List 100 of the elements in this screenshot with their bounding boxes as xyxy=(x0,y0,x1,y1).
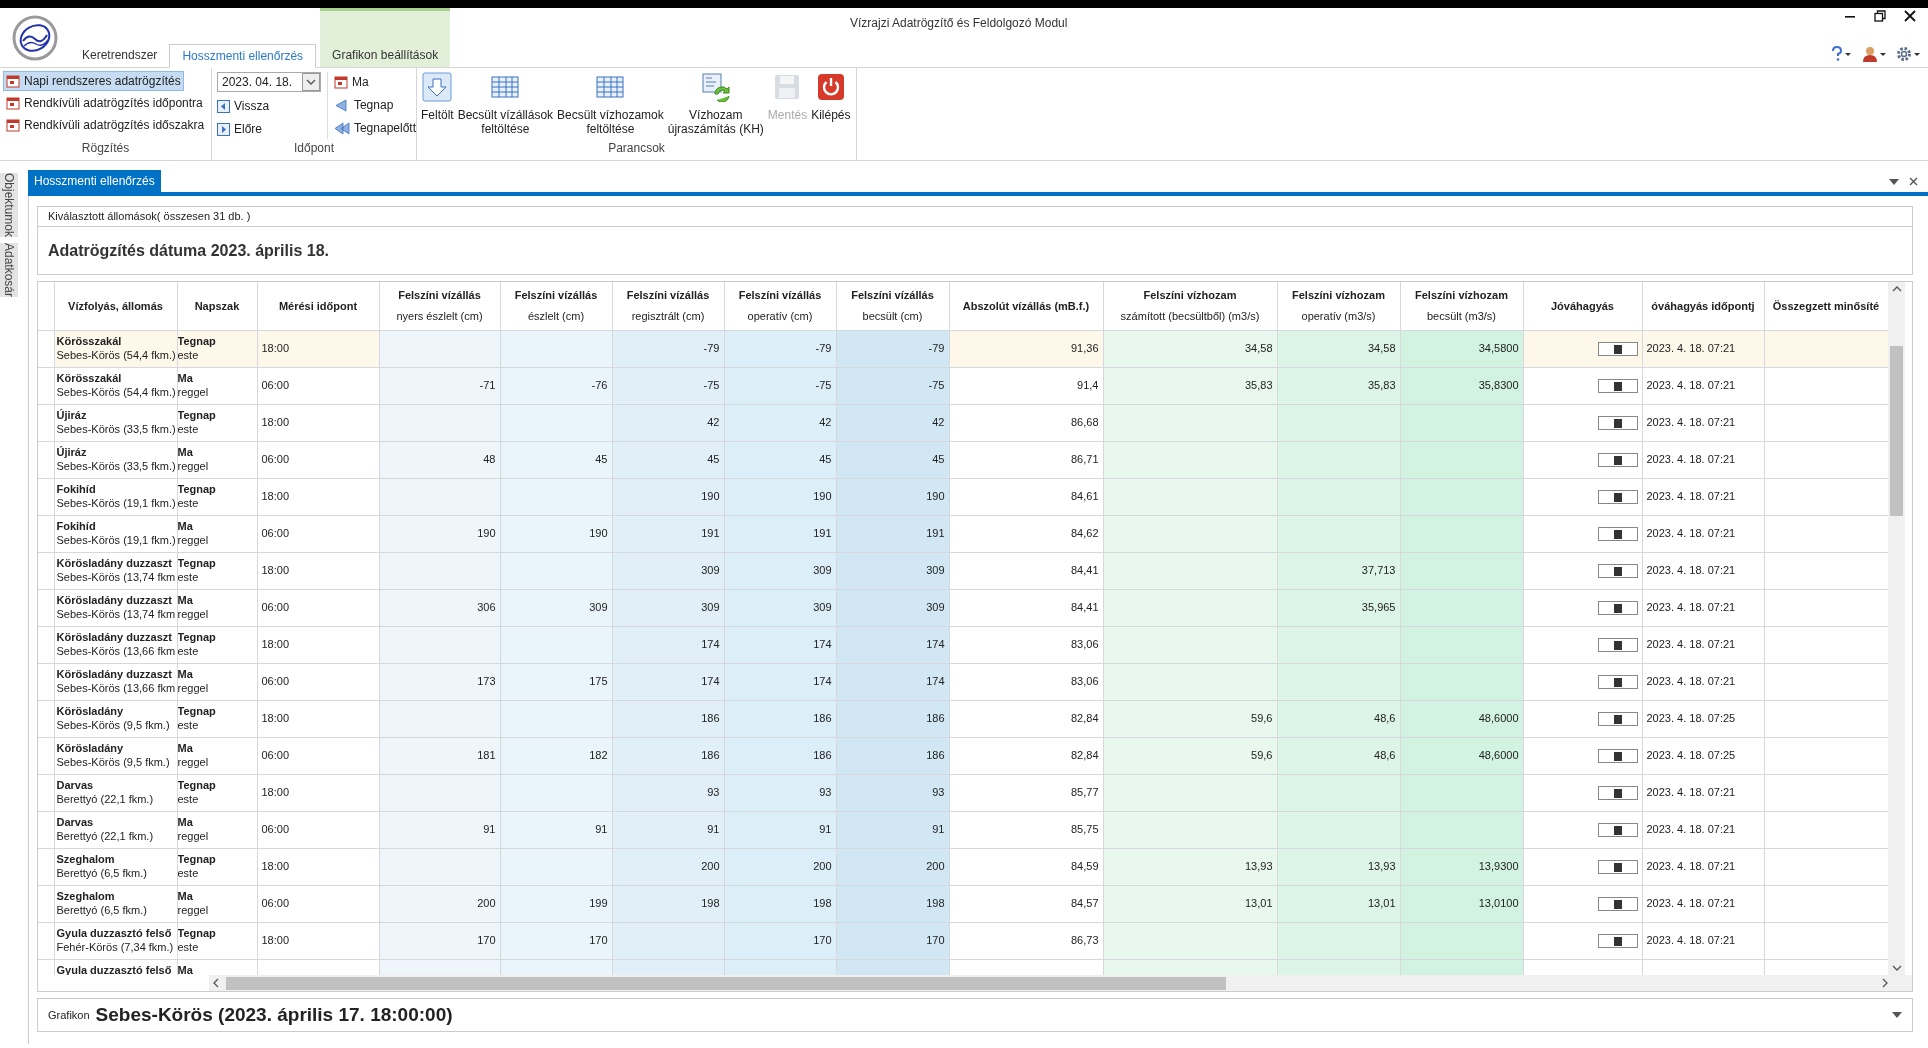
approval-toggle[interactable] xyxy=(1597,601,1638,616)
command-button[interactable]: Feltölt xyxy=(419,72,456,139)
side-tab[interactable]: Objektumok xyxy=(0,173,18,238)
river-name: Sebes-Körös (13,74 fkm xyxy=(56,606,176,621)
table-cell: 35,8300 xyxy=(1478,379,1519,392)
column-header[interactable]: Jóváhagyás xyxy=(1523,282,1642,330)
table-cell: 48,6 xyxy=(1374,749,1396,762)
table-cell: 200 xyxy=(926,860,945,873)
column-header[interactable]: Felszíni vízállás operatív (cm) xyxy=(724,282,836,330)
column-header[interactable]: Felszíni vízhozam operatív (m3/s) xyxy=(1277,282,1400,330)
table-cell: 174 xyxy=(926,675,945,688)
approval-toggle[interactable] xyxy=(1597,823,1638,838)
ribbon-tab[interactable]: Keretrendszer xyxy=(70,43,170,67)
table-cell: 186 xyxy=(926,749,945,762)
command-button[interactable]: Vízhozam újraszámítás (KH) xyxy=(665,72,766,139)
station-name: Darvas xyxy=(56,777,95,792)
table-cell: 85,77 xyxy=(1070,786,1099,799)
approval-toggle[interactable] xyxy=(1597,749,1638,764)
period-name: Tegnap xyxy=(177,777,217,792)
column-header[interactable]: Felszíni vízállás becsült (cm) xyxy=(836,282,949,330)
help-icon[interactable] xyxy=(1830,46,1852,62)
user-icon[interactable] xyxy=(1862,46,1886,62)
period-detail: este xyxy=(177,643,200,658)
settings-icon[interactable] xyxy=(1896,46,1920,62)
approval-toggle[interactable] xyxy=(1597,379,1638,394)
ribbon-item[interactable]: Rendkívüli adatrögzítés időpontra xyxy=(3,93,206,113)
calendar-icon xyxy=(333,75,348,89)
table-cell: 18:00 xyxy=(261,638,290,651)
column-header[interactable]: Felszíni vízállás nyers észlelt (cm) xyxy=(379,282,500,330)
approval-toggle[interactable] xyxy=(1597,675,1638,690)
scroll-thumb[interactable] xyxy=(1890,346,1903,516)
column-header[interactable]: Abszolút vízállás (mB.f.) xyxy=(949,282,1103,330)
close-icon[interactable] xyxy=(1909,177,1918,186)
table-cell: 06:00 xyxy=(261,897,290,910)
station-name: Körösladány duzzaszt xyxy=(56,629,174,644)
period-detail: este xyxy=(177,347,200,362)
table-cell: 2023. 4. 18. 07:25 xyxy=(1646,749,1736,762)
column-header[interactable]: Felszíni vízhozam számított (becsültből) (m3/s) xyxy=(1103,282,1277,330)
table-cell: 309 xyxy=(813,601,832,614)
table-cell: -79 xyxy=(703,342,720,355)
document-tab[interactable]: Hosszmenti ellenőrzés xyxy=(28,170,161,192)
dropdown-icon[interactable] xyxy=(301,73,320,91)
command-button[interactable]: Becsült vízhozamok feltöltése xyxy=(555,72,666,139)
approval-toggle[interactable] xyxy=(1597,638,1638,653)
table-cell: 18:00 xyxy=(261,934,290,947)
table-cell: 2023. 4. 18. 07:21 xyxy=(1646,527,1736,540)
approval-toggle[interactable] xyxy=(1597,490,1638,505)
period-detail: este xyxy=(177,939,200,954)
table-cell: 13,9300 xyxy=(1478,860,1519,873)
restore-icon[interactable] xyxy=(1874,10,1886,22)
table-cell: 170 xyxy=(813,934,832,947)
approval-toggle[interactable] xyxy=(1597,342,1638,357)
approval-toggle[interactable] xyxy=(1597,416,1638,431)
day-button[interactable]: Tegnapelőtt xyxy=(333,118,416,138)
date-field[interactable]: 2023. 04. 18. xyxy=(217,72,321,92)
river-name: Sebes-Körös (13,66 fkm xyxy=(56,643,176,658)
table-cell: 06:00 xyxy=(261,675,290,688)
approval-toggle[interactable] xyxy=(1597,712,1638,727)
ribbon-item[interactable]: Napi rendszeres adatrögzítés xyxy=(3,71,184,91)
column-header[interactable]: Felszíni vízállás regisztrált (cm) xyxy=(612,282,724,330)
dropdown-icon[interactable] xyxy=(1892,1011,1902,1019)
command-button[interactable]: Becsült vízállások feltöltése xyxy=(455,72,556,139)
table-cell: 2023. 4. 18. 07:21 xyxy=(1646,638,1736,651)
period-detail: este xyxy=(177,865,200,880)
horizontal-scrollbar[interactable] xyxy=(209,975,1912,991)
approval-toggle[interactable] xyxy=(1597,786,1638,801)
period-detail: reggel xyxy=(177,606,210,621)
table-cell: 173 xyxy=(477,675,496,688)
command-button[interactable]: Kilépés xyxy=(809,72,853,139)
scroll-thumb[interactable] xyxy=(226,976,1226,990)
ribbon-item[interactable]: Rendkívüli adatrögzítés időszakra xyxy=(3,115,208,135)
column-header[interactable]: óváhagyás időpontj xyxy=(1642,282,1764,330)
approval-toggle[interactable] xyxy=(1597,527,1638,542)
column-header[interactable]: Mérési időpont xyxy=(257,282,379,330)
river-name: Sebes-Körös (19,1 fkm.) xyxy=(56,495,176,510)
ribbon-tab[interactable]: Hosszmenti ellenőrzés xyxy=(169,44,317,68)
day-button[interactable]: Tegnap xyxy=(333,95,416,115)
approval-toggle[interactable] xyxy=(1597,860,1638,875)
table-cell: 2023. 4. 18. 07:21 xyxy=(1646,860,1736,873)
column-header[interactable]: Vízfolyás, állomás xyxy=(54,282,177,330)
step-button[interactable]: Vissza xyxy=(217,96,321,116)
side-tab[interactable]: Adatkosár xyxy=(0,243,18,298)
column-header[interactable]: Felszíni vízállás észlelt (cm) xyxy=(500,282,612,330)
dropdown-icon[interactable] xyxy=(1889,177,1899,186)
column-header[interactable]: Napszak xyxy=(177,282,257,330)
period-name: Ma xyxy=(177,444,194,459)
day-button[interactable]: Ma xyxy=(333,72,416,92)
table-cell: 42 xyxy=(932,416,945,429)
approval-toggle[interactable] xyxy=(1597,453,1638,468)
close-icon[interactable] xyxy=(1904,10,1916,22)
approval-toggle[interactable] xyxy=(1597,564,1638,579)
step-button[interactable]: Előre xyxy=(217,119,321,139)
vertical-scrollbar[interactable] xyxy=(1888,282,1905,975)
period-name: Tegnap xyxy=(177,703,217,718)
approval-toggle[interactable] xyxy=(1597,897,1638,912)
selection-info: Kiválasztott állomások( összesen 31 db. ) xyxy=(37,206,1913,226)
approval-toggle[interactable] xyxy=(1597,934,1638,949)
table-cell: 91,4 xyxy=(1077,379,1099,392)
table-cell: 93 xyxy=(819,786,832,799)
column-header[interactable]: Felszíni vízhozam becsült (m3/s) xyxy=(1400,282,1523,330)
